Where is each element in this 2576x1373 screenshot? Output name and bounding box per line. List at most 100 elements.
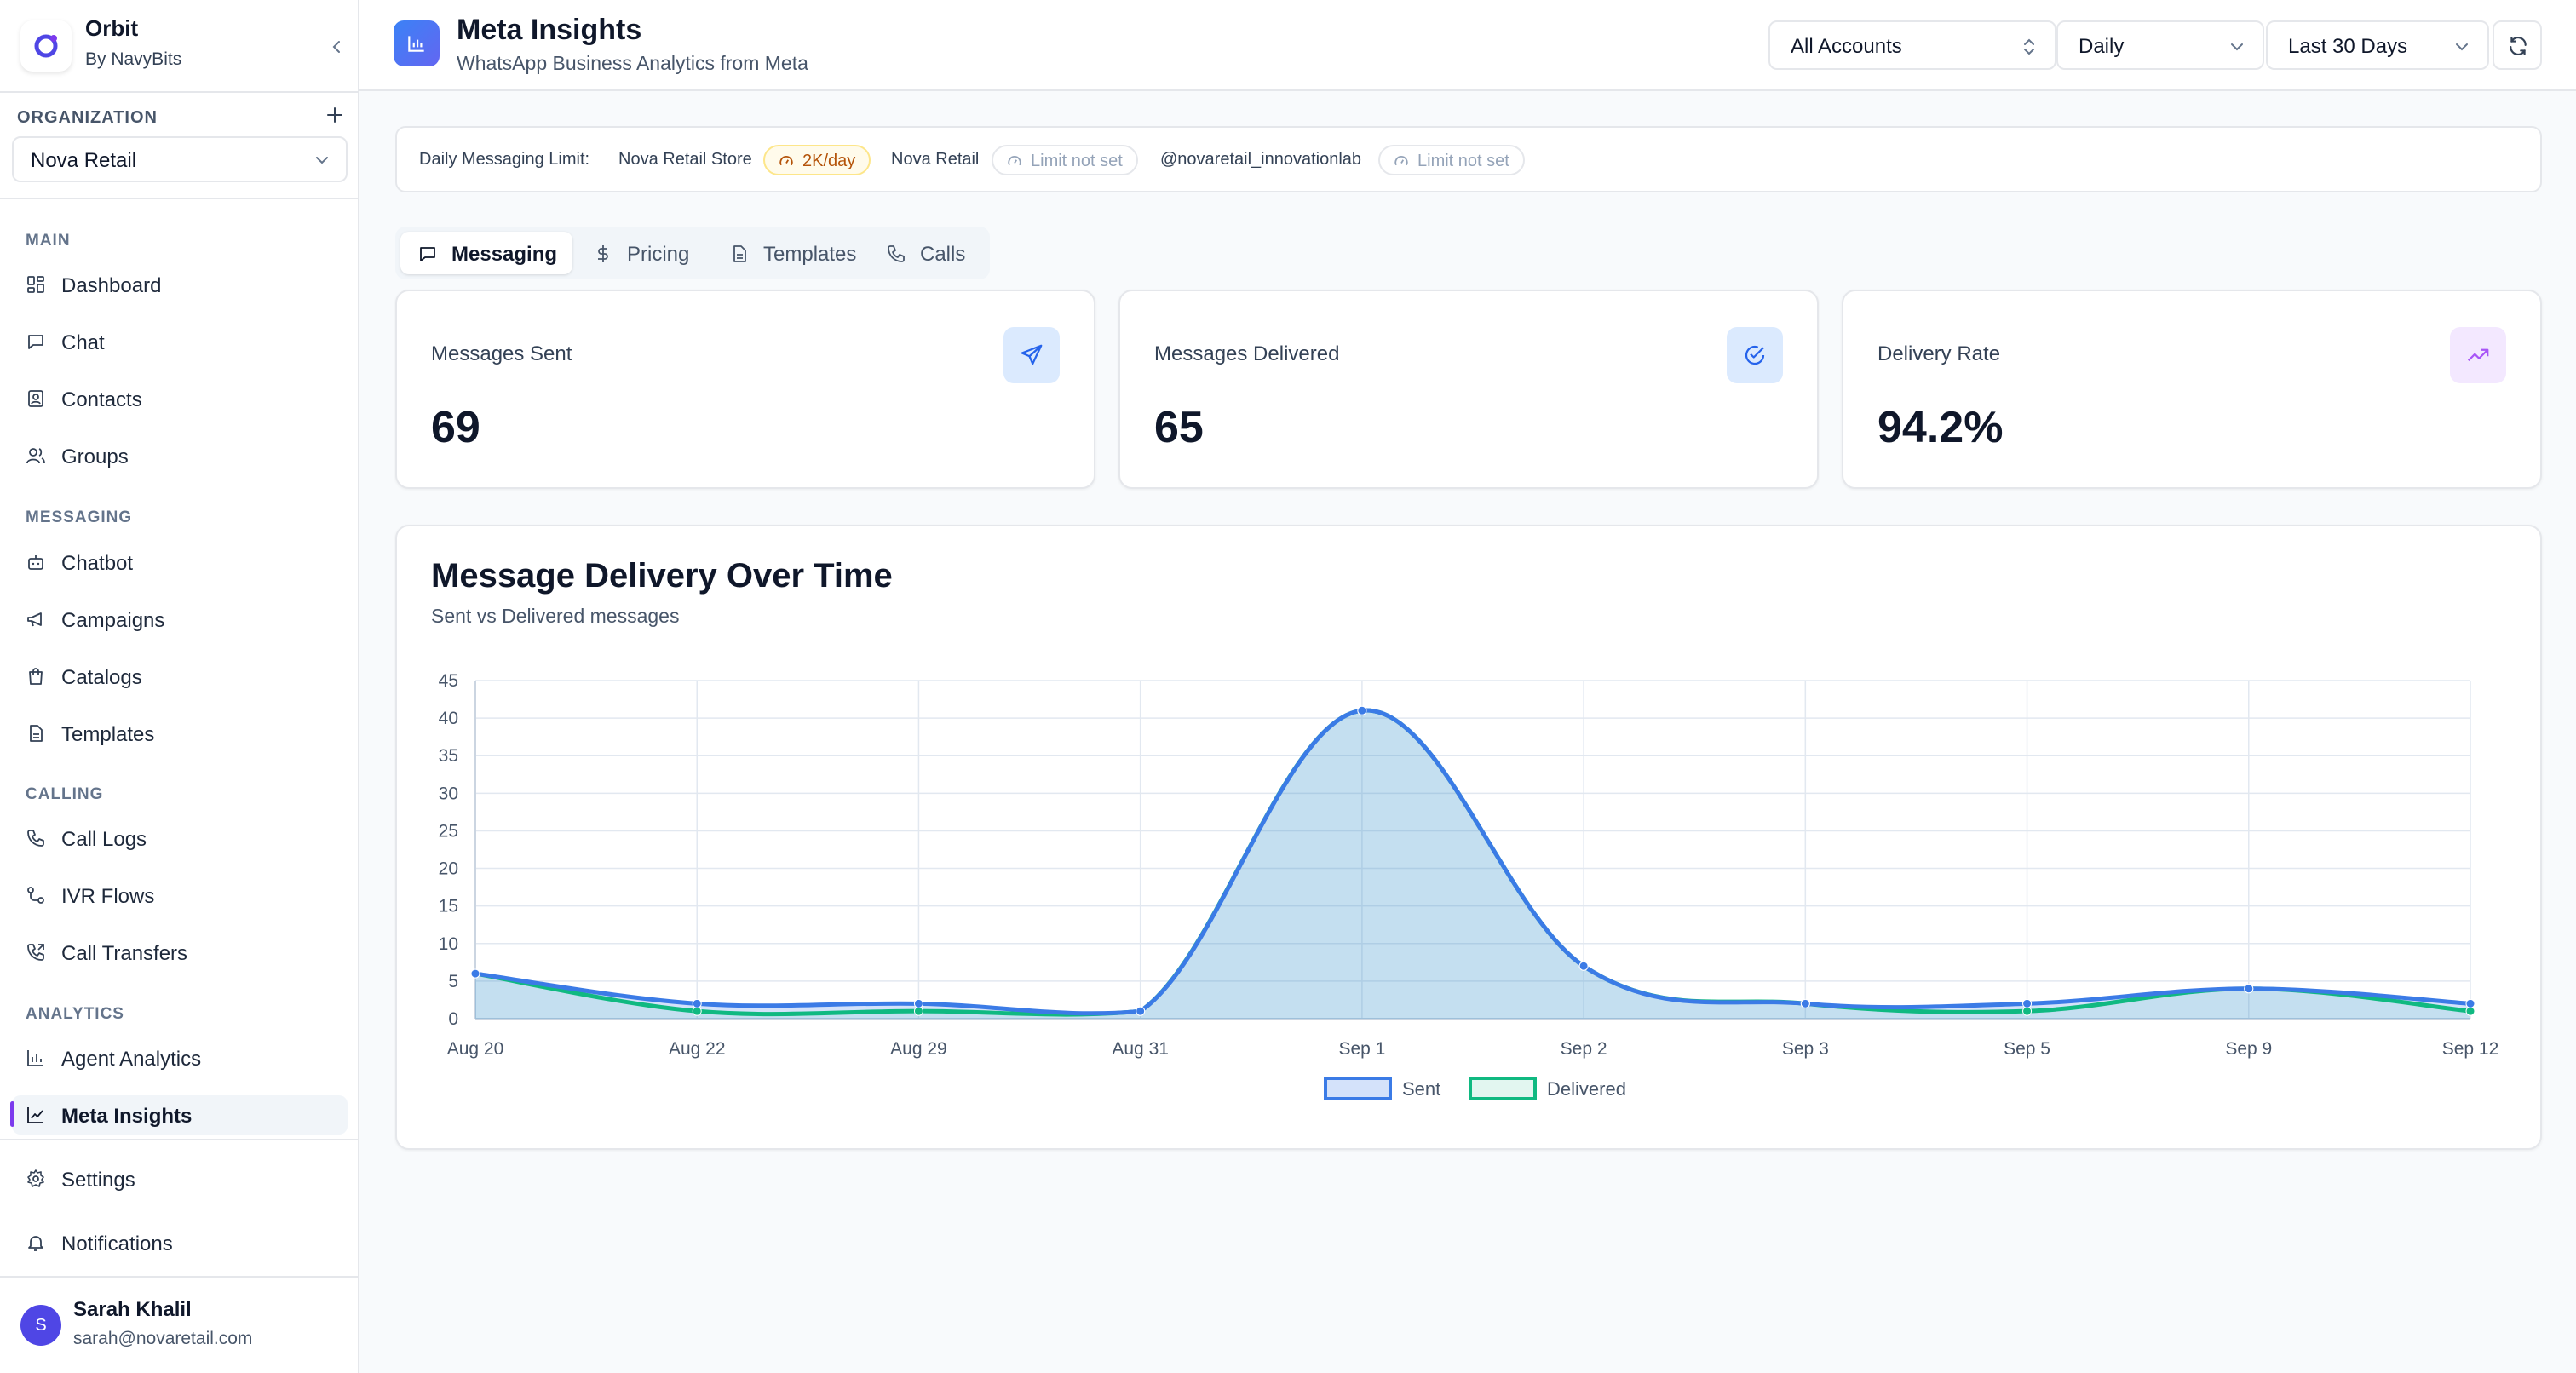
insights-icon xyxy=(394,20,440,66)
granularity-select-value: Daily xyxy=(2079,35,2125,58)
sidebar-item-contacts[interactable]: Contacts xyxy=(12,379,348,418)
sidebar-item-dashboard[interactable]: Dashboard xyxy=(12,265,348,304)
sidebar-item-campaigns[interactable]: Campaigns xyxy=(12,600,348,639)
y-tick-label: 30 xyxy=(439,784,458,803)
data-point-sent xyxy=(692,998,702,1008)
gauge-icon xyxy=(779,156,793,166)
refresh-button[interactable] xyxy=(2493,20,2542,70)
gear-icon xyxy=(27,1169,44,1187)
sidebar-item-groups[interactable]: Groups xyxy=(12,436,348,475)
nav-section-messaging: MESSAGING xyxy=(26,508,133,526)
sidebar-item-call-logs[interactable]: Call Logs xyxy=(12,819,348,858)
sidebar-item-label: Notifications xyxy=(61,1232,173,1255)
data-point-sent xyxy=(1800,998,1810,1008)
insights-tabs: Messaging Pricing Templates Calls xyxy=(395,227,990,279)
sidebar-item-label: Templates xyxy=(61,723,155,746)
daily-limit-label: Daily Messaging Limit: xyxy=(419,150,590,169)
sidebar-item-label: Dashboard xyxy=(61,274,162,297)
check-circle-icon xyxy=(1727,327,1783,383)
data-point-sent xyxy=(2465,998,2475,1008)
tab-label: Messaging xyxy=(451,243,558,266)
sidebar-item-label: Chatbot xyxy=(61,552,134,575)
sidebar-item-meta-insights[interactable]: Meta Insights xyxy=(12,1095,348,1135)
chevron-down-icon xyxy=(2456,43,2468,51)
phone-icon xyxy=(27,830,44,847)
sidebar-item-ivr-flows[interactable]: IVR Flows xyxy=(12,876,348,915)
tab-pricing[interactable]: Pricing xyxy=(576,232,709,274)
page-subtitle: WhatsApp Business Analytics from Meta xyxy=(457,52,808,74)
stat-label: Delivery Rate xyxy=(1877,342,2001,365)
legend-label: Sent xyxy=(1402,1078,1440,1100)
legend-swatch xyxy=(1324,1077,1392,1100)
granularity-select[interactable]: Daily xyxy=(2056,20,2264,70)
brand-name: Orbit xyxy=(85,15,139,41)
nav-section-main: MAIN xyxy=(26,232,71,250)
stat-label: Messages Sent xyxy=(431,342,572,365)
data-point-sent xyxy=(913,998,923,1008)
limit-value: 2K/day xyxy=(802,152,856,170)
organization-select-value: Nova Retail xyxy=(31,149,137,172)
date-range-select-value: Last 30 Days xyxy=(2288,35,2408,58)
chevron-down-icon xyxy=(316,157,328,164)
sidebar-item-call-transfers[interactable]: Call Transfers xyxy=(12,933,348,972)
bar-chart-icon xyxy=(27,1050,43,1066)
user-email: sarah@novaretail.com xyxy=(73,1329,253,1348)
sidebar-item-catalogs[interactable]: Catalogs xyxy=(12,657,348,696)
user-name: Sarah Khalil xyxy=(73,1298,192,1321)
sidebar-item-settings[interactable]: Settings xyxy=(12,1159,348,1198)
phone-icon xyxy=(888,245,905,262)
sidebar-item-chatbot[interactable]: Chatbot xyxy=(12,543,348,582)
chat-icon xyxy=(28,335,43,349)
sidebar-item-label: Agent Analytics xyxy=(61,1048,202,1071)
tab-templates[interactable]: Templates xyxy=(712,232,865,274)
stat-value: 69 xyxy=(431,403,480,452)
phone-forward-icon xyxy=(27,944,44,961)
series-area-delivered xyxy=(475,710,2470,1019)
gauge-icon xyxy=(1394,156,1408,166)
sidebar-item-label: Chat xyxy=(61,331,105,354)
organization-select[interactable]: Nova Retail xyxy=(12,136,348,182)
sidebar-item-templates[interactable]: Templates xyxy=(12,714,348,753)
date-range-select[interactable]: Last 30 Days xyxy=(2266,20,2489,70)
data-point-sent xyxy=(1136,1006,1146,1016)
brand: Orbit By NavyBits xyxy=(15,12,348,80)
x-tick-label: Sep 1 xyxy=(1338,1039,1385,1059)
x-tick-label: Sep 3 xyxy=(1782,1039,1829,1059)
data-point-sent xyxy=(2022,998,2033,1008)
account-select[interactable]: All Accounts xyxy=(1768,20,2056,70)
limit-value: Limit not set xyxy=(1417,152,1509,170)
x-tick-label: Sep 5 xyxy=(2004,1039,2050,1059)
data-point-sent xyxy=(2244,984,2254,994)
avatar[interactable]: S xyxy=(20,1305,61,1346)
send-icon xyxy=(1003,327,1060,383)
account-select-value: All Accounts xyxy=(1791,35,1902,58)
sidebar-item-agent-analytics[interactable]: Agent Analytics xyxy=(12,1038,348,1077)
dollar-icon xyxy=(598,245,608,262)
sidebar-item-chat[interactable]: Chat xyxy=(12,322,348,361)
x-tick-label: Aug 31 xyxy=(1112,1039,1169,1059)
delivery-chart: 0 5 10 15 20 25 30 35 40 45 Aug 20 Aug 22 Aug 29 Aug … xyxy=(439,671,2498,1100)
x-tick-label: Aug 20 xyxy=(447,1039,504,1059)
add-organization-icon[interactable] xyxy=(322,102,348,128)
divider xyxy=(0,198,359,199)
stat-card-messages-sent: Messages Sent 69 xyxy=(395,290,1095,489)
sidebar-item-notifications[interactable]: Notifications xyxy=(12,1223,348,1262)
chevron-down-icon xyxy=(2231,43,2243,51)
sidebar-item-label: Groups xyxy=(61,445,129,468)
y-tick-label: 25 xyxy=(439,821,458,841)
y-tick-label: 20 xyxy=(439,859,458,879)
collapse-sidebar-icon[interactable] xyxy=(324,34,349,60)
tab-messaging[interactable]: Messaging xyxy=(400,232,572,274)
flow-icon xyxy=(27,887,44,904)
delivery-chart-card: Message Delivery Over Time Sent vs Deliv… xyxy=(395,525,2542,1150)
nav-section-calling: CALLING xyxy=(26,785,104,803)
sidebar-item-label: Contacts xyxy=(61,388,142,411)
contacts-icon xyxy=(28,390,43,407)
limit-account-name: @novaretail_innovationlab xyxy=(1160,150,1362,169)
tab-calls[interactable]: Calls xyxy=(869,232,985,274)
stat-card-messages-delivered: Messages Delivered 65 xyxy=(1118,290,1819,489)
divider xyxy=(0,1139,359,1140)
sidebar-item-label: Catalogs xyxy=(61,666,142,689)
x-tick-label: Aug 22 xyxy=(669,1039,726,1059)
sidebar-item-label: IVR Flows xyxy=(61,885,155,908)
